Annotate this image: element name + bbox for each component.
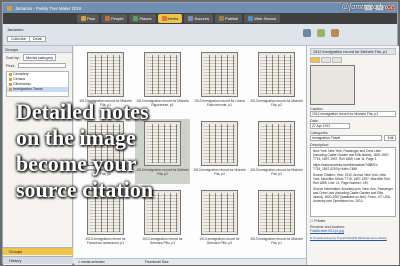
toolbar-icons (303, 29, 339, 37)
detail-panel: 1912 immigration record for Michele Fila… (306, 46, 399, 265)
category-list: Cemetery Census Citizenship Immigration-Tra… (6, 71, 69, 98)
description-paragraph: https://www.ancestry.com/interactive/748… (313, 163, 379, 171)
overlay-line: on the image (16, 125, 136, 150)
category-row: Immigration-Travel Edit (310, 135, 396, 141)
tab-label: Media (167, 16, 179, 21)
media-preview (310, 65, 355, 105)
add-media-icon[interactable] (303, 29, 311, 37)
tab-label: Sources (194, 16, 210, 21)
edit-category-button[interactable]: Edit (384, 135, 396, 141)
thumbnail-size-label: Thumbnail Size (144, 260, 169, 264)
document-image (87, 52, 124, 97)
history-tab[interactable]: History (3, 256, 73, 264)
collection-button[interactable]: Collection (7, 36, 31, 42)
current-person[interactable]: Jamarino (7, 27, 23, 32)
find-row: Find: (3, 62, 72, 69)
document-image (258, 190, 295, 235)
tab-people[interactable] (321, 57, 331, 63)
tab-notes[interactable] (332, 57, 342, 63)
document-image (144, 52, 181, 97)
thumbnail-caption: 1913 immigration record for Michele Fila… (250, 168, 303, 176)
overlay-line: become your (16, 151, 137, 176)
thumbnail-caption: 1913 immigration record for Michele Fila… (250, 237, 303, 245)
find-input[interactable] (18, 63, 67, 69)
description-field[interactable]: New York, New York, Passenger and Crew L… (310, 147, 396, 217)
category-label: Immigration-Travel (13, 87, 43, 92)
detail-button[interactable]: Detail (29, 36, 46, 42)
thumbnail-caption: 1913 immigration record for Michele Fila… (250, 99, 303, 107)
tab-label: Plan (87, 16, 96, 21)
folder-icon (9, 83, 12, 87)
window-title: Jamarino - Family Tree Maker 2019 (15, 5, 82, 11)
tab-icon (188, 16, 194, 21)
overlay-caption: Detailed notes on the image become your sou… (16, 99, 226, 203)
groups-tab[interactable]: Groups (3, 247, 73, 255)
tab-icon (81, 16, 86, 21)
media-thumbnail[interactable]: 1913 immigration record for Michele Fila… (249, 188, 304, 253)
groups-header: Groups (3, 46, 72, 53)
tab-plan[interactable]: Plan (77, 14, 100, 23)
overlay-line: Detailed notes (16, 99, 149, 124)
watermark-handle: @famtreeadvice (341, 2, 394, 11)
description-paragraph: New York, New York, Passenger and Crew L… (313, 149, 390, 161)
thumbnail-caption: 1913 immigration record for Gennaro Pill… (142, 237, 183, 245)
private-checkbox-row[interactable]: ☐ Private (310, 219, 396, 223)
document-image (258, 52, 295, 97)
folder-link[interactable]: E:\OneDrive\Family Tree\FTM\H&D Mfah\Jam… (310, 236, 396, 240)
tab-media[interactable]: Media (157, 14, 183, 23)
description-paragraph: Source Information: Ancestry.com. New Yo… (313, 187, 393, 203)
sort-row: Sort by: Media category (3, 53, 72, 62)
overlay-line: source citation (16, 177, 154, 202)
category-item[interactable]: Immigration-Travel (7, 87, 68, 93)
detail-title: 1912 immigration record for Michele Fila… (310, 48, 396, 55)
app-icon (7, 5, 12, 11)
tab-icon (219, 16, 225, 21)
caption-field[interactable]: 1912 immigration record for Michele Fila… (310, 111, 396, 117)
date-field[interactable]: 27 Apr 1912 (310, 123, 350, 129)
thumbnail-caption: 1913 immigration record for Gennaro Pill… (199, 237, 240, 245)
tab-icon (105, 16, 111, 21)
find-label: Find: (6, 63, 15, 68)
tab-sources[interactable]: Sources (184, 14, 214, 23)
folder-icon (9, 88, 12, 92)
screenshot-frame: Jamarino - Family Tree Maker 2019 – □ × … (0, 0, 400, 266)
thumbnail-caption: 1913 immigration record for Francesco la… (85, 237, 126, 245)
private-label: Private (314, 219, 326, 223)
document-image (201, 52, 238, 97)
tab-label: Places (139, 16, 152, 21)
tab-people[interactable]: People (101, 14, 128, 23)
toolbar: Jamarino Collection Detail (3, 24, 397, 46)
tab-icon (133, 16, 139, 21)
category-field[interactable]: Immigration-Travel (310, 135, 382, 141)
workspace-tabs: Plan People Places Media Sources Publish Web S… (3, 13, 397, 24)
tab-icon (161, 16, 167, 21)
status-bar: 1 media selected Thumbnail Size (74, 258, 306, 265)
tab-label: Web Search (254, 16, 277, 21)
file-link[interactable]: FilaMichele1912p1.jpg (310, 229, 396, 233)
tab-icon (248, 16, 254, 21)
tab-places[interactable]: Places (129, 14, 156, 23)
document-image (258, 121, 295, 166)
tab-general[interactable] (310, 57, 320, 63)
folder-icon (9, 78, 12, 82)
detail-tabs (310, 57, 396, 63)
print-icon[interactable] (331, 29, 339, 37)
tab-label: People (111, 16, 124, 21)
tab-publish[interactable]: Publish (215, 14, 243, 23)
tab-label: Publish (225, 16, 239, 21)
folder-icon (9, 73, 12, 77)
tab-web-search[interactable]: Web Search (244, 14, 281, 23)
media-thumbnail[interactable]: 1913 immigration record for Michele Fila… (249, 119, 304, 184)
description-paragraph: Source Citation: Year: 1912; Arrival: Ne… (313, 173, 391, 185)
media-thumbnail[interactable]: 1913 immigration record for Michele Fila… (249, 50, 304, 115)
sort-label: Sort by: (6, 55, 20, 60)
selection-count: 1 media selected (78, 260, 105, 264)
sort-select[interactable]: Media category (22, 54, 57, 61)
title-bar: Jamarino - Family Tree Maker 2019 – □ × (3, 3, 397, 13)
share-icon[interactable] (317, 29, 325, 37)
